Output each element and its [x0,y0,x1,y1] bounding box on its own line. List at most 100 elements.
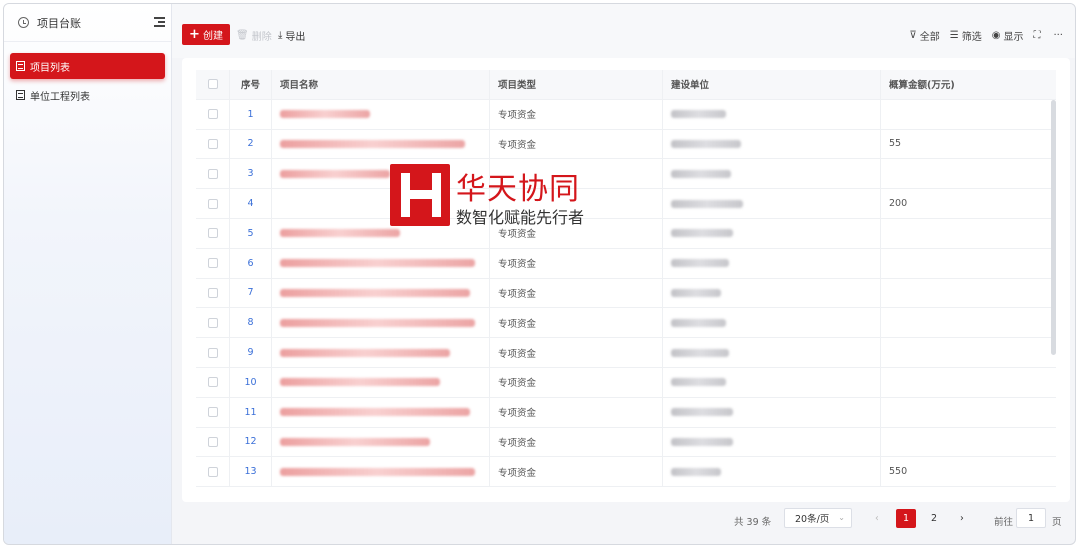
project-name-cell[interactable] [272,457,490,487]
redacted-project-name [280,288,470,297]
row-index-link[interactable]: 2 [247,138,253,149]
row-checkbox[interactable] [207,317,218,328]
project-name-cell[interactable] [272,248,490,278]
row-index-link[interactable]: 9 [247,347,253,358]
row-index-link[interactable]: 6 [247,258,253,269]
row-checkbox[interactable] [207,138,218,149]
row-index-link[interactable]: 1 [247,109,253,120]
sidebar-item-project-list[interactable]: 项目列表 [10,53,165,79]
table-row[interactable]: 8 专项资金 [196,308,1056,339]
filter-lines-icon: ☰ [949,30,959,41]
sidebar-item-unit-project-list[interactable]: 单位工程列表 [10,82,165,108]
row-checkbox[interactable] [207,466,218,477]
project-type-cell: 专项资金 [490,278,663,308]
select-all-checkbox[interactable] [207,79,218,90]
row-index-link[interactable]: 7 [247,287,253,298]
export-button[interactable]: ⤓ 导出 [278,28,305,43]
app-window: 项目台账 项目列表 单位工程列表 + 创建 🗑 删除 ⤓ 导出 ⊽ 全部 ☰ 筛… [3,3,1076,545]
construction-unit-cell [663,278,881,308]
row-index-link[interactable]: 3 [247,168,253,179]
table-row[interactable]: 13 专项资金 550 [196,457,1056,488]
table-row[interactable]: 7 专项资金 [196,278,1056,309]
display-button[interactable]: ◉ 显示 [992,28,1024,43]
row-checkbox[interactable] [207,377,218,388]
next-page-button[interactable]: › [960,513,964,524]
redacted-construction-unit [671,169,731,178]
toolbar: + 创建 🗑 删除 ⤓ 导出 ⊽ 全部 ☰ 筛选 ◉ 显示 ⛶ ··· [172,4,1075,58]
eye-icon: ◉ [991,30,1001,41]
redacted-project-name [280,378,440,387]
budget-amount-cell [881,398,1056,427]
budget-amount-cell [881,428,1056,457]
prev-page-button[interactable]: ‹ [875,513,879,524]
sidebar-header: 项目台账 [4,4,171,42]
redacted-construction-unit [671,110,726,119]
table-row[interactable]: 2 专项资金 55 [196,129,1056,160]
row-index-link[interactable]: 13 [244,466,256,477]
project-name-cell[interactable] [272,278,490,308]
create-button-label: 创建 [202,31,223,42]
more-button[interactable]: ··· [1053,30,1063,41]
project-name-cell[interactable] [272,189,490,218]
goto-page-input[interactable] [1016,508,1046,528]
row-checkbox[interactable] [207,168,218,179]
project-type-cell [490,159,663,189]
row-index-link[interactable]: 4 [247,198,253,209]
construction-unit-cell [663,338,881,367]
table-row[interactable]: 4 200 [196,189,1056,219]
row-index-link[interactable]: 10 [244,377,256,388]
budget-amount-cell [881,308,1056,337]
select-all-cell [196,70,230,99]
project-name-cell[interactable] [272,218,490,248]
collapse-menu-icon[interactable] [154,17,165,27]
row-checkbox[interactable] [207,287,218,298]
page-1-button[interactable]: 1 [896,509,916,528]
create-button[interactable]: + 创建 [182,24,230,45]
row-checkbox[interactable] [207,407,218,418]
document-icon [16,61,25,71]
table-row[interactable]: 10 专项资金 [196,367,1056,398]
project-name-cell[interactable] [272,99,490,129]
table-row[interactable]: 3 [196,159,1056,190]
table-row[interactable]: 6 专项资金 [196,248,1056,279]
table-row[interactable]: 12 专项资金 [196,427,1056,458]
delete-button[interactable]: 🗑 删除 [236,28,272,43]
row-checkbox[interactable] [207,347,218,358]
fullscreen-button[interactable]: ⛶ [1033,30,1043,41]
page-2-button[interactable]: 2 [924,509,944,528]
project-name-cell[interactable] [272,308,490,338]
project-name-cell[interactable] [272,159,490,189]
table-row[interactable]: 11 专项资金 [196,397,1056,428]
page-size-select[interactable]: 20条/页 ⌄ [784,508,852,528]
project-name-cell[interactable] [272,427,490,457]
project-name-cell[interactable] [272,367,490,397]
project-name-cell[interactable] [272,129,490,159]
redacted-construction-unit [671,288,721,297]
table-body: 1 专项资金 2 专项资金 55 3 4 200 5 专项资金 6 专项资金 7 专项资金 8 专项资金 9 专项… [196,99,1056,488]
row-index-cell: 1 [230,99,272,129]
row-index-link[interactable]: 12 [244,436,256,447]
row-checkbox[interactable] [207,258,218,269]
table-row[interactable]: 1 专项资金 [196,99,1056,130]
table-row[interactable]: 5 专项资金 [196,218,1056,249]
table-row[interactable]: 9 专项资金 [196,338,1056,368]
row-checkbox[interactable] [207,109,218,120]
funnel-icon: ⊽ [909,30,917,41]
project-name-cell[interactable] [272,338,490,367]
project-name-cell[interactable] [272,397,490,427]
row-index-link[interactable]: 11 [244,407,256,418]
redacted-project-name [280,169,390,178]
column-header: 项目名称 [272,70,490,99]
construction-unit-cell [663,457,881,487]
row-index-link[interactable]: 5 [247,228,253,239]
vertical-scrollbar[interactable] [1051,100,1056,355]
row-checkbox[interactable] [207,198,218,209]
row-checkbox[interactable] [207,436,218,447]
construction-unit-cell [663,99,881,129]
row-checkbox[interactable] [207,228,218,239]
row-index-link[interactable]: 8 [247,317,253,328]
all-filter-button[interactable]: ⊽ 全部 [909,28,939,43]
filter-button[interactable]: ☰ 筛选 [950,28,982,43]
row-index-cell: 3 [230,159,272,189]
construction-unit-cell [663,248,881,278]
